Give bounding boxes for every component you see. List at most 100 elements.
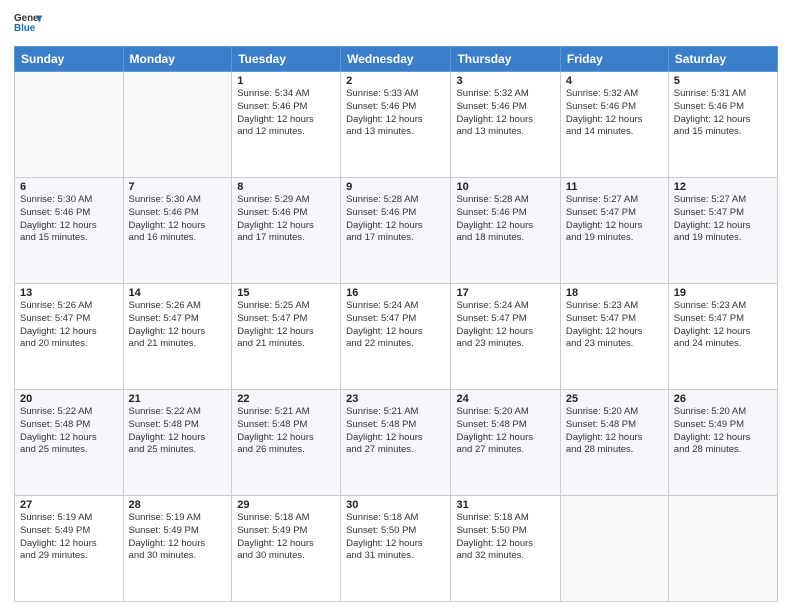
calendar-cell: 16Sunrise: 5:24 AM Sunset: 5:47 PM Dayli… (341, 284, 451, 390)
day-info: Sunrise: 5:18 AM Sunset: 5:49 PM Dayligh… (237, 512, 335, 563)
calendar-cell: 24Sunrise: 5:20 AM Sunset: 5:48 PM Dayli… (451, 390, 560, 496)
day-info: Sunrise: 5:20 AM Sunset: 5:49 PM Dayligh… (674, 406, 772, 457)
day-number: 24 (456, 393, 554, 405)
calendar-cell: 5Sunrise: 5:31 AM Sunset: 5:46 PM Daylig… (668, 72, 777, 178)
calendar-cell: 6Sunrise: 5:30 AM Sunset: 5:46 PM Daylig… (15, 178, 124, 284)
day-number: 20 (20, 393, 118, 405)
weekday-header-row: SundayMondayTuesdayWednesdayThursdayFrid… (15, 47, 778, 72)
day-number: 15 (237, 287, 335, 299)
day-info: Sunrise: 5:22 AM Sunset: 5:48 PM Dayligh… (129, 406, 227, 457)
week-row-3: 13Sunrise: 5:26 AM Sunset: 5:47 PM Dayli… (15, 284, 778, 390)
day-info: Sunrise: 5:28 AM Sunset: 5:46 PM Dayligh… (346, 194, 445, 245)
day-info: Sunrise: 5:30 AM Sunset: 5:46 PM Dayligh… (20, 194, 118, 245)
calendar-cell (560, 496, 668, 602)
day-number: 13 (20, 287, 118, 299)
day-number: 14 (129, 287, 227, 299)
logo: General Blue (14, 10, 42, 38)
day-number: 1 (237, 75, 335, 87)
day-number: 17 (456, 287, 554, 299)
day-info: Sunrise: 5:18 AM Sunset: 5:50 PM Dayligh… (456, 512, 554, 563)
day-number: 10 (456, 181, 554, 193)
day-number: 18 (566, 287, 663, 299)
day-info: Sunrise: 5:24 AM Sunset: 5:47 PM Dayligh… (456, 300, 554, 351)
calendar-cell: 3Sunrise: 5:32 AM Sunset: 5:46 PM Daylig… (451, 72, 560, 178)
day-info: Sunrise: 5:27 AM Sunset: 5:47 PM Dayligh… (674, 194, 772, 245)
calendar-cell (668, 496, 777, 602)
calendar-cell: 27Sunrise: 5:19 AM Sunset: 5:49 PM Dayli… (15, 496, 124, 602)
calendar-cell: 31Sunrise: 5:18 AM Sunset: 5:50 PM Dayli… (451, 496, 560, 602)
day-info: Sunrise: 5:21 AM Sunset: 5:48 PM Dayligh… (237, 406, 335, 457)
day-number: 27 (20, 499, 118, 511)
page: General Blue SundayMondayTuesdayWednesda… (0, 0, 792, 612)
day-number: 2 (346, 75, 445, 87)
calendar-table: SundayMondayTuesdayWednesdayThursdayFrid… (14, 46, 778, 602)
day-info: Sunrise: 5:25 AM Sunset: 5:47 PM Dayligh… (237, 300, 335, 351)
header: General Blue (14, 10, 778, 38)
day-number: 6 (20, 181, 118, 193)
day-info: Sunrise: 5:34 AM Sunset: 5:46 PM Dayligh… (237, 88, 335, 139)
calendar-cell: 9Sunrise: 5:28 AM Sunset: 5:46 PM Daylig… (341, 178, 451, 284)
day-info: Sunrise: 5:20 AM Sunset: 5:48 PM Dayligh… (456, 406, 554, 457)
week-row-4: 20Sunrise: 5:22 AM Sunset: 5:48 PM Dayli… (15, 390, 778, 496)
calendar-cell: 1Sunrise: 5:34 AM Sunset: 5:46 PM Daylig… (232, 72, 341, 178)
calendar-cell (123, 72, 232, 178)
day-info: Sunrise: 5:22 AM Sunset: 5:48 PM Dayligh… (20, 406, 118, 457)
day-info: Sunrise: 5:32 AM Sunset: 5:46 PM Dayligh… (566, 88, 663, 139)
calendar-cell: 29Sunrise: 5:18 AM Sunset: 5:49 PM Dayli… (232, 496, 341, 602)
day-number: 5 (674, 75, 772, 87)
weekday-header-wednesday: Wednesday (341, 47, 451, 72)
day-info: Sunrise: 5:18 AM Sunset: 5:50 PM Dayligh… (346, 512, 445, 563)
calendar-cell (15, 72, 124, 178)
weekday-header-thursday: Thursday (451, 47, 560, 72)
calendar-cell: 21Sunrise: 5:22 AM Sunset: 5:48 PM Dayli… (123, 390, 232, 496)
day-info: Sunrise: 5:31 AM Sunset: 5:46 PM Dayligh… (674, 88, 772, 139)
day-info: Sunrise: 5:28 AM Sunset: 5:46 PM Dayligh… (456, 194, 554, 245)
day-number: 8 (237, 181, 335, 193)
day-number: 30 (346, 499, 445, 511)
day-info: Sunrise: 5:27 AM Sunset: 5:47 PM Dayligh… (566, 194, 663, 245)
weekday-header-saturday: Saturday (668, 47, 777, 72)
day-number: 9 (346, 181, 445, 193)
day-number: 25 (566, 393, 663, 405)
calendar-cell: 18Sunrise: 5:23 AM Sunset: 5:47 PM Dayli… (560, 284, 668, 390)
calendar-cell: 4Sunrise: 5:32 AM Sunset: 5:46 PM Daylig… (560, 72, 668, 178)
day-number: 22 (237, 393, 335, 405)
day-number: 19 (674, 287, 772, 299)
week-row-1: 1Sunrise: 5:34 AM Sunset: 5:46 PM Daylig… (15, 72, 778, 178)
calendar-cell: 11Sunrise: 5:27 AM Sunset: 5:47 PM Dayli… (560, 178, 668, 284)
day-info: Sunrise: 5:26 AM Sunset: 5:47 PM Dayligh… (20, 300, 118, 351)
day-number: 7 (129, 181, 227, 193)
day-info: Sunrise: 5:33 AM Sunset: 5:46 PM Dayligh… (346, 88, 445, 139)
day-number: 3 (456, 75, 554, 87)
calendar-cell: 20Sunrise: 5:22 AM Sunset: 5:48 PM Dayli… (15, 390, 124, 496)
day-info: Sunrise: 5:23 AM Sunset: 5:47 PM Dayligh… (566, 300, 663, 351)
day-number: 28 (129, 499, 227, 511)
day-number: 12 (674, 181, 772, 193)
calendar-cell: 7Sunrise: 5:30 AM Sunset: 5:46 PM Daylig… (123, 178, 232, 284)
calendar-cell: 14Sunrise: 5:26 AM Sunset: 5:47 PM Dayli… (123, 284, 232, 390)
calendar-cell: 17Sunrise: 5:24 AM Sunset: 5:47 PM Dayli… (451, 284, 560, 390)
week-row-5: 27Sunrise: 5:19 AM Sunset: 5:49 PM Dayli… (15, 496, 778, 602)
day-number: 29 (237, 499, 335, 511)
calendar-cell: 19Sunrise: 5:23 AM Sunset: 5:47 PM Dayli… (668, 284, 777, 390)
calendar-cell: 8Sunrise: 5:29 AM Sunset: 5:46 PM Daylig… (232, 178, 341, 284)
day-info: Sunrise: 5:19 AM Sunset: 5:49 PM Dayligh… (129, 512, 227, 563)
day-number: 23 (346, 393, 445, 405)
day-number: 11 (566, 181, 663, 193)
calendar-cell: 30Sunrise: 5:18 AM Sunset: 5:50 PM Dayli… (341, 496, 451, 602)
calendar-cell: 28Sunrise: 5:19 AM Sunset: 5:49 PM Dayli… (123, 496, 232, 602)
week-row-2: 6Sunrise: 5:30 AM Sunset: 5:46 PM Daylig… (15, 178, 778, 284)
weekday-header-monday: Monday (123, 47, 232, 72)
day-number: 4 (566, 75, 663, 87)
day-info: Sunrise: 5:23 AM Sunset: 5:47 PM Dayligh… (674, 300, 772, 351)
day-info: Sunrise: 5:29 AM Sunset: 5:46 PM Dayligh… (237, 194, 335, 245)
calendar-cell: 26Sunrise: 5:20 AM Sunset: 5:49 PM Dayli… (668, 390, 777, 496)
logo-icon: General Blue (14, 10, 42, 38)
day-info: Sunrise: 5:30 AM Sunset: 5:46 PM Dayligh… (129, 194, 227, 245)
calendar-cell: 12Sunrise: 5:27 AM Sunset: 5:47 PM Dayli… (668, 178, 777, 284)
day-info: Sunrise: 5:21 AM Sunset: 5:48 PM Dayligh… (346, 406, 445, 457)
day-number: 26 (674, 393, 772, 405)
calendar-cell: 23Sunrise: 5:21 AM Sunset: 5:48 PM Dayli… (341, 390, 451, 496)
calendar-cell: 15Sunrise: 5:25 AM Sunset: 5:47 PM Dayli… (232, 284, 341, 390)
day-info: Sunrise: 5:19 AM Sunset: 5:49 PM Dayligh… (20, 512, 118, 563)
